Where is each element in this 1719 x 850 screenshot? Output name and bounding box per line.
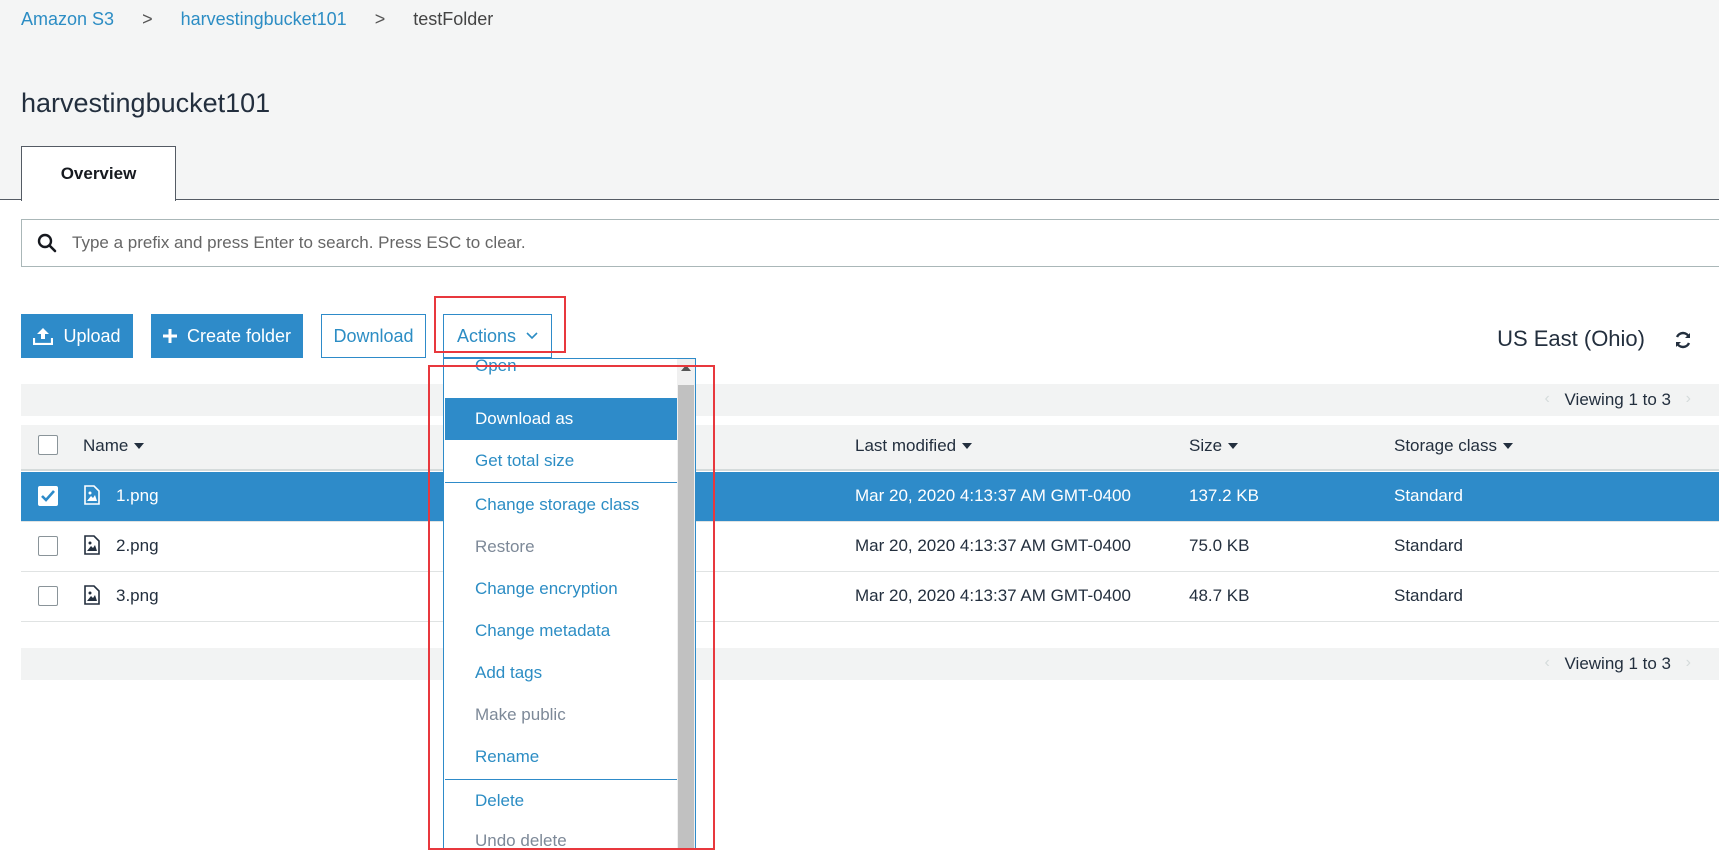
breadcrumb-bucket-link[interactable]: harvestingbucket101 <box>181 9 347 30</box>
menu-divider <box>445 482 677 483</box>
pager-bottom-label: Viewing 1 to 3 <box>1564 654 1671 673</box>
menu-item-delete[interactable]: Delete <box>445 780 677 822</box>
pager-bottom-text: ‹ Viewing 1 to 3 › <box>1545 654 1691 674</box>
menu-item-change-encryption[interactable]: Change encryption <box>445 568 677 610</box>
last-modified-cell: Mar 20, 2020 4:13:37 AM GMT-0400 <box>855 536 1131 555</box>
breadcrumb: Amazon S3 > harvestingbucket101 > testFo… <box>21 9 493 30</box>
create-folder-button[interactable]: Create folder <box>151 314 303 358</box>
row-checkbox[interactable] <box>38 586 58 606</box>
storage-class-cell: Standard <box>1394 486 1463 505</box>
column-header-label: Name <box>83 436 129 455</box>
table-header: Name Last modified Size Storage class <box>21 425 1719 471</box>
create-folder-label: Create folder <box>186 325 292 346</box>
image-file-icon <box>84 585 100 610</box>
table-row[interactable]: 1.png Mar 20, 2020 4:13:37 AM GMT-0400 1… <box>21 472 1719 522</box>
refresh-icon[interactable] <box>1674 331 1692 354</box>
breadcrumb-root-link[interactable]: Amazon S3 <box>21 9 114 30</box>
column-header-size[interactable]: Size <box>1189 436 1239 456</box>
file-name-link[interactable]: 3.png <box>116 586 159 606</box>
menu-scrollbar-thumb[interactable] <box>678 385 694 849</box>
download-button[interactable]: Download <box>321 314 426 358</box>
menu-item-change-storage-class[interactable]: Change storage class <box>445 484 677 526</box>
scroll-up-arrow-icon[interactable] <box>681 365 691 371</box>
pager-next-icon[interactable]: › <box>1686 654 1691 672</box>
select-all-checkbox[interactable] <box>38 435 58 455</box>
menu-item-undo-delete: Undo delete <box>475 831 567 850</box>
pager-next-icon[interactable]: › <box>1686 390 1691 408</box>
column-header-storage-class[interactable]: Storage class <box>1394 436 1513 456</box>
file-name-link[interactable]: 1.png <box>116 486 159 506</box>
actions-label: Actions <box>456 325 517 346</box>
pager-prev-icon[interactable]: ‹ <box>1545 390 1550 408</box>
column-header-label: Last modified <box>855 436 957 455</box>
pager-top-text: ‹ Viewing 1 to 3 › <box>1545 390 1691 410</box>
size-cell: 48.7 KB <box>1189 586 1250 605</box>
column-header-label: Size <box>1189 436 1223 455</box>
menu-scrollbar-track[interactable] <box>677 359 695 849</box>
table-row[interactable]: 3.png Mar 20, 2020 4:13:37 AM GMT-0400 4… <box>21 572 1719 622</box>
last-modified-cell: Mar 20, 2020 4:13:37 AM GMT-0400 <box>855 486 1131 505</box>
menu-item-change-metadata[interactable]: Change metadata <box>445 610 677 652</box>
search-icon <box>22 233 72 253</box>
menu-item-make-public: Make public <box>475 705 566 724</box>
search-input[interactable] <box>72 233 1672 253</box>
pager-prev-icon[interactable]: ‹ <box>1545 654 1550 672</box>
chevron-down-icon <box>526 332 538 340</box>
menu-item-download-as[interactable]: Download as <box>445 398 677 440</box>
tab-bar-line <box>0 199 1719 200</box>
menu-item-rename[interactable]: Rename <box>445 736 677 778</box>
search-box <box>21 219 1719 267</box>
page-title: harvestingbucket101 <box>21 88 271 118</box>
pager-bottom: ‹ Viewing 1 to 3 › <box>21 648 1719 680</box>
sort-caret-icon <box>1503 443 1513 449</box>
column-header-name[interactable]: Name <box>83 436 145 456</box>
menu-item-add-tags[interactable]: Add tags <box>445 652 677 694</box>
sort-caret-icon <box>1228 443 1239 449</box>
tab-overview[interactable]: Overview <box>21 146 176 201</box>
upload-icon <box>33 327 54 345</box>
sort-caret-icon <box>134 443 145 449</box>
upload-button[interactable]: Upload <box>21 314 133 358</box>
breadcrumb-current: testFolder <box>413 9 494 29</box>
region-label: US East (Ohio) <box>1497 326 1645 351</box>
column-header-label: Storage class <box>1394 436 1497 455</box>
table-row[interactable]: 2.png Mar 20, 2020 4:13:37 AM GMT-0400 7… <box>21 522 1719 572</box>
last-modified-cell: Mar 20, 2020 4:13:37 AM GMT-0400 <box>855 586 1131 605</box>
actions-button[interactable]: Actions <box>443 314 552 358</box>
menu-item-get-total-size[interactable]: Get total size <box>445 440 677 482</box>
size-cell: 75.0 KB <box>1189 536 1250 555</box>
file-name-link[interactable]: 2.png <box>116 536 159 556</box>
actions-dropdown-menu: Open Download as Get total size Change s… <box>443 358 696 850</box>
menu-item-open[interactable]: Open <box>445 359 677 387</box>
size-cell: 137.2 KB <box>1189 486 1259 505</box>
image-file-icon <box>84 535 100 560</box>
breadcrumb-separator: > <box>142 9 153 29</box>
storage-class-cell: Standard <box>1394 586 1463 605</box>
column-header-last-modified[interactable]: Last modified <box>855 436 973 456</box>
pager-top-label: Viewing 1 to 3 <box>1564 390 1671 409</box>
sort-caret-icon <box>962 443 973 449</box>
image-file-icon <box>84 485 100 510</box>
storage-class-cell: Standard <box>1394 536 1463 555</box>
row-checkbox[interactable] <box>38 536 58 556</box>
upload-label: Upload <box>63 325 121 346</box>
breadcrumb-separator: > <box>374 9 386 29</box>
pager-top: ‹ Viewing 1 to 3 › <box>21 384 1719 416</box>
row-checkbox[interactable] <box>38 486 58 506</box>
menu-item-restore: Restore <box>475 537 535 556</box>
plus-icon <box>162 329 177 343</box>
